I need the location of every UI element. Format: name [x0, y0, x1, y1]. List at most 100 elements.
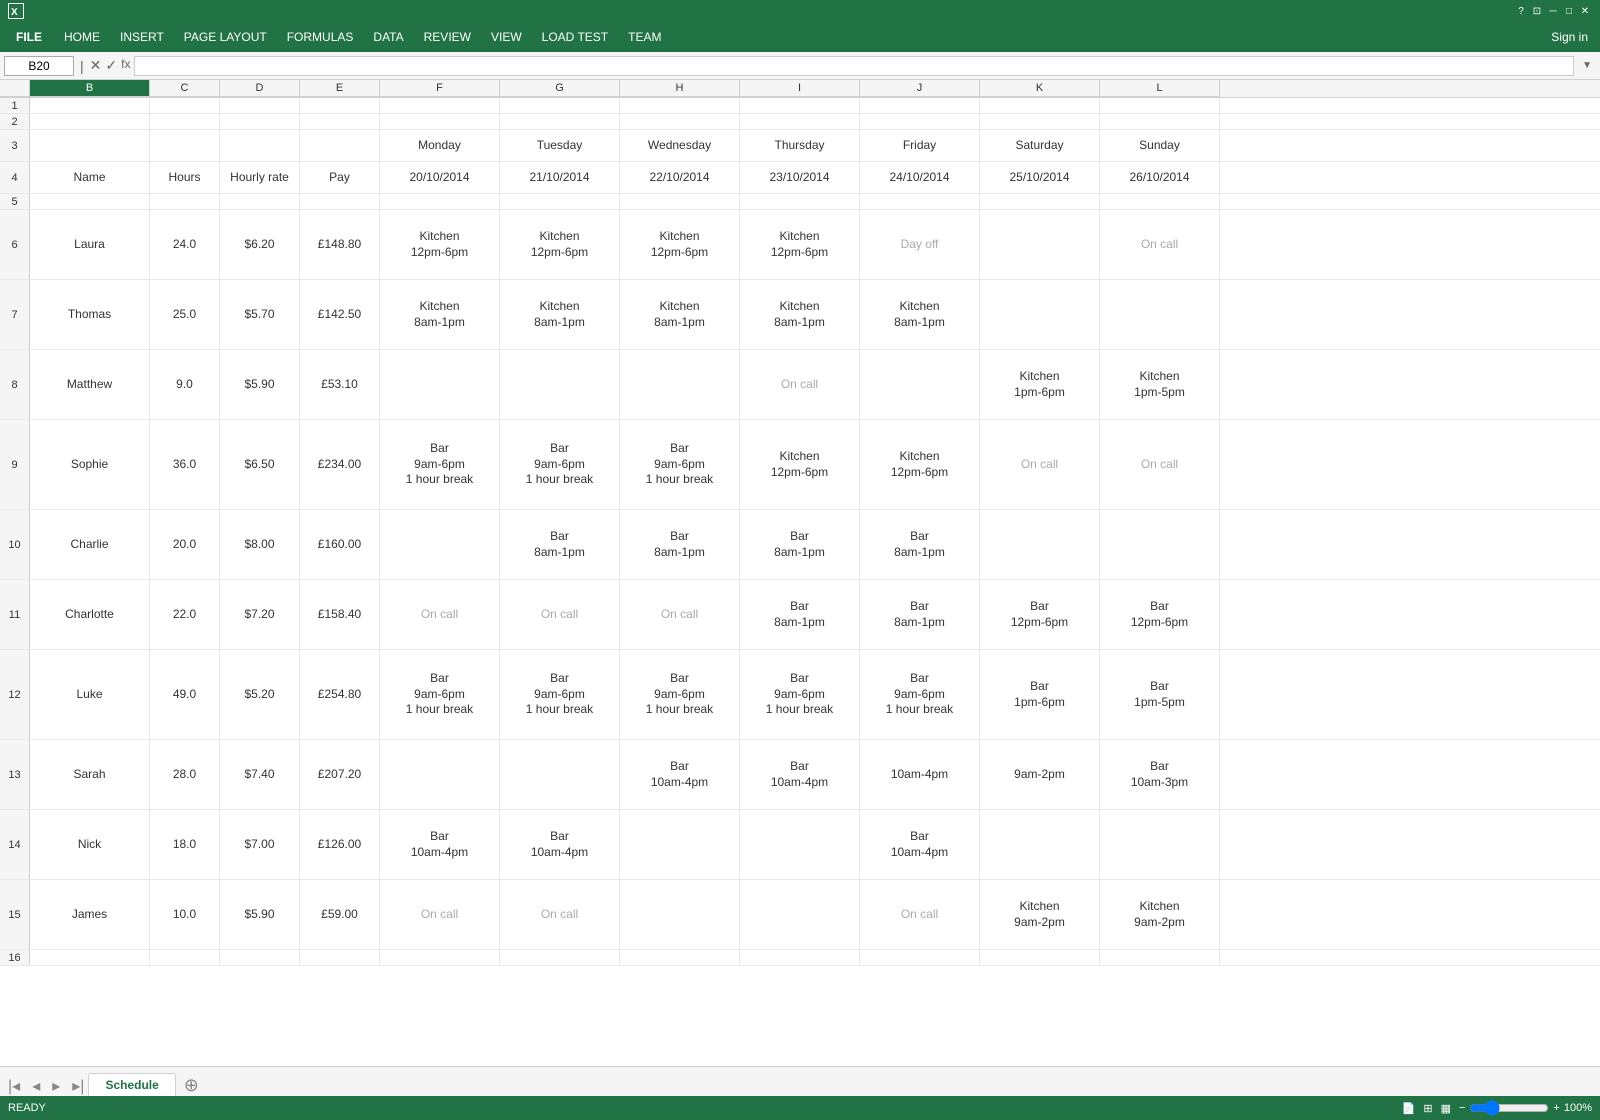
cell-e7[interactable]: £142.50 — [300, 280, 380, 349]
cell-i7[interactable]: Kitchen 8am-1pm — [740, 280, 860, 349]
cell-c1[interactable] — [150, 98, 220, 113]
formula-expand-icon[interactable]: ▼ — [1578, 60, 1596, 71]
cell-e9[interactable]: £234.00 — [300, 420, 380, 509]
cell-c10[interactable]: 20.0 — [150, 510, 220, 579]
cell-j14[interactable]: Bar 10am-4pm — [860, 810, 980, 879]
cell-d1[interactable] — [220, 98, 300, 113]
cell-e8[interactable]: £53.10 — [300, 350, 380, 419]
cell-g1[interactable] — [500, 98, 620, 113]
cell-c16[interactable] — [150, 950, 220, 965]
cell-l3[interactable]: Sunday — [1100, 130, 1220, 161]
cell-l4-date[interactable]: 26/10/2014 — [1100, 162, 1220, 193]
cell-c3[interactable] — [150, 130, 220, 161]
cell-d9[interactable]: $6.50 — [220, 420, 300, 509]
cell-d11[interactable]: $7.20 — [220, 580, 300, 649]
minimize-btn[interactable]: ─ — [1546, 4, 1560, 18]
formula-input[interactable] — [134, 56, 1574, 76]
menu-insert[interactable]: INSERT — [110, 22, 174, 52]
cell-j5[interactable] — [860, 194, 980, 209]
cell-l10[interactable] — [1100, 510, 1220, 579]
cell-d3[interactable] — [220, 130, 300, 161]
cell-i12[interactable]: Bar 9am-6pm 1 hour break — [740, 650, 860, 739]
cell-j16[interactable] — [860, 950, 980, 965]
col-header-i[interactable]: I — [740, 80, 860, 97]
cell-k6[interactable] — [980, 210, 1100, 279]
cell-b8[interactable]: Matthew — [30, 350, 150, 419]
cell-j2[interactable] — [860, 114, 980, 129]
cell-b10[interactable]: Charlie — [30, 510, 150, 579]
cell-d6[interactable]: $6.20 — [220, 210, 300, 279]
cell-j10[interactable]: Bar 8am-1pm — [860, 510, 980, 579]
cell-k1[interactable] — [980, 98, 1100, 113]
cell-f14[interactable]: Bar 10am-4pm — [380, 810, 500, 879]
tab-next-btn[interactable]: ▸ — [48, 1076, 64, 1096]
cell-e4-pay[interactable]: Pay — [300, 162, 380, 193]
cell-e6[interactable]: £148.80 — [300, 210, 380, 279]
cell-j11[interactable]: Bar 8am-1pm — [860, 580, 980, 649]
cell-g9[interactable]: Bar 9am-6pm 1 hour break — [500, 420, 620, 509]
tab-first-btn[interactable]: |◂ — [4, 1076, 24, 1096]
cell-k7[interactable] — [980, 280, 1100, 349]
cell-c15[interactable]: 10.0 — [150, 880, 220, 949]
cell-k13[interactable]: 9am-2pm — [980, 740, 1100, 809]
restore-btn[interactable]: ⊡ — [1530, 4, 1544, 18]
menu-formulas[interactable]: FORMULAS — [277, 22, 364, 52]
cell-b6[interactable]: Laura — [30, 210, 150, 279]
cell-i10[interactable]: Bar 8am-1pm — [740, 510, 860, 579]
cancel-formula-icon[interactable]: ✕ — [90, 57, 102, 74]
cell-h14[interactable] — [620, 810, 740, 879]
col-header-b[interactable]: B — [30, 80, 150, 97]
cell-b4-name[interactable]: Name — [30, 162, 150, 193]
menu-team[interactable]: TEAM — [618, 22, 671, 52]
menu-data[interactable]: DATA — [363, 22, 413, 52]
cell-b13[interactable]: Sarah — [30, 740, 150, 809]
cell-k4-date[interactable]: 25/10/2014 — [980, 162, 1100, 193]
close-btn[interactable]: ✕ — [1578, 4, 1592, 18]
cell-b11[interactable]: Charlotte — [30, 580, 150, 649]
cell-k2[interactable] — [980, 114, 1100, 129]
col-header-l[interactable]: L — [1100, 80, 1220, 97]
cell-h11[interactable]: On call — [620, 580, 740, 649]
cell-d8[interactable]: $5.90 — [220, 350, 300, 419]
cell-l2[interactable] — [1100, 114, 1220, 129]
cell-f5[interactable] — [380, 194, 500, 209]
cell-k14[interactable] — [980, 810, 1100, 879]
status-chart-icon[interactable]: ▦ — [1441, 1102, 1451, 1115]
cell-i14[interactable] — [740, 810, 860, 879]
cell-h12[interactable]: Bar 9am-6pm 1 hour break — [620, 650, 740, 739]
cell-h15[interactable] — [620, 880, 740, 949]
cell-l5[interactable] — [1100, 194, 1220, 209]
cell-k16[interactable] — [980, 950, 1100, 965]
col-header-g[interactable]: G — [500, 80, 620, 97]
cell-h10[interactable]: Bar 8am-1pm — [620, 510, 740, 579]
cell-f12[interactable]: Bar 9am-6pm 1 hour break — [380, 650, 500, 739]
cell-i11[interactable]: Bar 8am-1pm — [740, 580, 860, 649]
cell-j3[interactable]: Friday — [860, 130, 980, 161]
cell-g10[interactable]: Bar 8am-1pm — [500, 510, 620, 579]
cell-e1[interactable] — [300, 98, 380, 113]
cell-f9[interactable]: Bar 9am-6pm 1 hour break — [380, 420, 500, 509]
cell-j6[interactable]: Day off — [860, 210, 980, 279]
menu-review[interactable]: REVIEW — [414, 22, 481, 52]
schedule-tab[interactable]: Schedule — [88, 1073, 175, 1096]
menu-page-layout[interactable]: PAGE LAYOUT — [174, 22, 277, 52]
cell-g13[interactable] — [500, 740, 620, 809]
cell-b9[interactable]: Sophie — [30, 420, 150, 509]
cell-e16[interactable] — [300, 950, 380, 965]
cell-l8[interactable]: Kitchen 1pm-5pm — [1100, 350, 1220, 419]
cell-c2[interactable] — [150, 114, 220, 129]
cell-l9[interactable]: On call — [1100, 420, 1220, 509]
cell-c8[interactable]: 9.0 — [150, 350, 220, 419]
cell-h13[interactable]: Bar 10am-4pm — [620, 740, 740, 809]
col-header-f[interactable]: F — [380, 80, 500, 97]
status-table-icon[interactable]: ⊞ — [1423, 1102, 1432, 1115]
cell-k8[interactable]: Kitchen 1pm-6pm — [980, 350, 1100, 419]
cell-f4-date[interactable]: 20/10/2014 — [380, 162, 500, 193]
help-btn[interactable]: ? — [1514, 4, 1528, 18]
cell-c6[interactable]: 24.0 — [150, 210, 220, 279]
zoom-slider[interactable] — [1469, 1100, 1549, 1116]
cell-i5[interactable] — [740, 194, 860, 209]
cell-d12[interactable]: $5.20 — [220, 650, 300, 739]
cell-e12[interactable]: £254.80 — [300, 650, 380, 739]
cell-j1[interactable] — [860, 98, 980, 113]
